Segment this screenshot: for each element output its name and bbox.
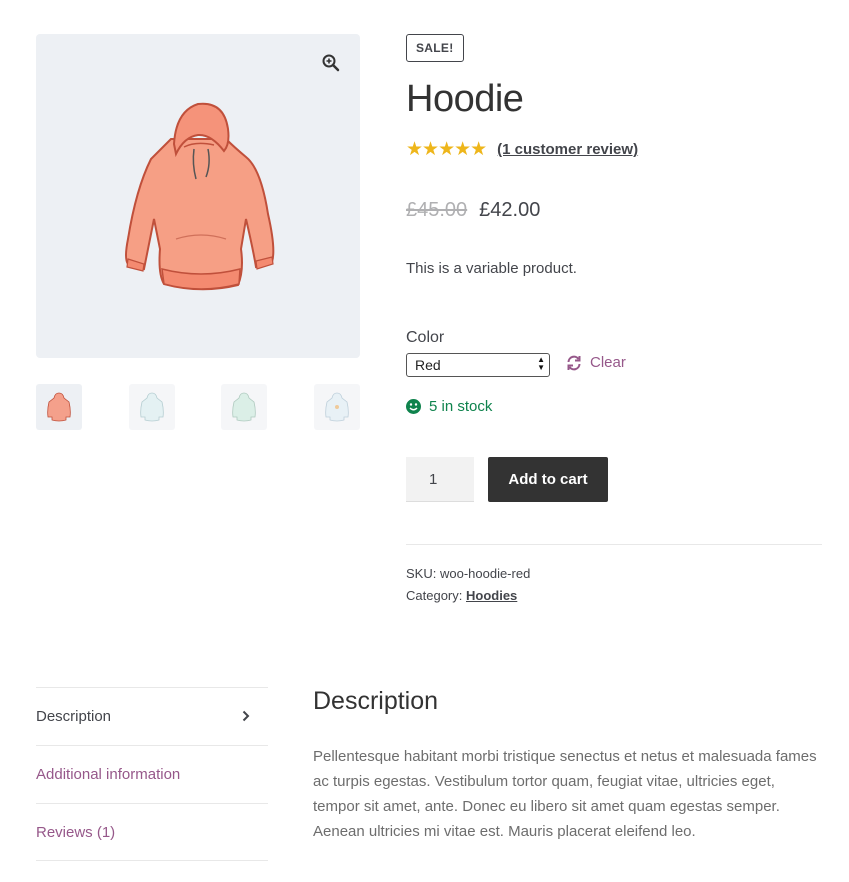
zoom-icon[interactable]	[316, 48, 346, 78]
tab-additional-information[interactable]: Additional information	[36, 745, 268, 803]
thumbnail-blue-logo-hoodie[interactable]	[313, 384, 360, 430]
color-select[interactable]: Red ▲ ▼	[406, 353, 550, 377]
description-body: Pellentesque habitant morbi tristique se…	[313, 748, 817, 840]
price-sale: £42.00	[479, 199, 541, 221]
product-meta: SKU: woo-hoodie-red Category: Hoodies	[406, 563, 530, 607]
sku-label: SKU:	[406, 566, 437, 581]
sale-badge: SALE!	[406, 34, 464, 62]
thumbnail-green-hoodie[interactable]	[221, 384, 268, 430]
short-description: This is a variable product.	[406, 260, 577, 277]
thumbnail-blue-hoodie[interactable]	[128, 384, 175, 430]
rating-row: ★★★★★ (1 customer review)	[406, 140, 822, 159]
tab-label: Description	[36, 708, 112, 725]
refresh-icon	[567, 355, 581, 370]
tab-label: Reviews (1)	[36, 823, 116, 841]
thumbnail-strip	[36, 384, 360, 430]
stock-text: 5 in stock	[429, 398, 493, 415]
divider	[406, 544, 822, 545]
clear-button[interactable]: Clear	[566, 354, 626, 371]
color-label: Color	[406, 329, 445, 346]
product-tabs: Description Additional information Revie…	[36, 687, 268, 861]
star-rating-icon: ★★★★★	[406, 139, 487, 160]
product-title: Hoodie	[406, 78, 524, 120]
price: £45.00 £42.00	[406, 199, 822, 222]
tab-reviews[interactable]: Reviews (1)	[36, 803, 268, 861]
customer-review-link[interactable]: (1 customer review)	[497, 141, 638, 158]
stock-status: 5 in stock	[406, 398, 492, 415]
tab-label: Additional information	[36, 766, 181, 783]
category-label: Category:	[406, 588, 463, 603]
add-to-cart-button[interactable]: Add to cart	[488, 457, 608, 502]
sku-value: woo-hoodie-red	[439, 566, 531, 581]
quantity-input[interactable]: 1	[406, 457, 474, 502]
smile-icon	[406, 399, 421, 414]
description-title: Description	[313, 687, 439, 715]
hoodie-image	[125, 102, 275, 291]
price-original: £45.00	[406, 199, 468, 221]
clear-label: Clear	[590, 354, 626, 371]
sku-row: SKU: woo-hoodie-red	[406, 563, 530, 585]
tab-description[interactable]: Description	[36, 687, 268, 745]
product-summary: SALE! Hoodie ★★★★★ (1 customer review) £…	[406, 34, 822, 603]
color-select-value: Red	[415, 357, 441, 373]
category-row: Category: Hoodies	[406, 585, 530, 607]
select-arrows-icon: ▲ ▼	[537, 355, 545, 372]
thumbnail-pink-hoodie[interactable]	[36, 384, 82, 430]
category-link[interactable]: Hoodies	[466, 588, 517, 603]
description-panel: Description Pellentesque habitant morbi …	[313, 687, 823, 844]
product-main-image[interactable]	[36, 34, 360, 358]
chevron-right-icon	[242, 709, 250, 725]
